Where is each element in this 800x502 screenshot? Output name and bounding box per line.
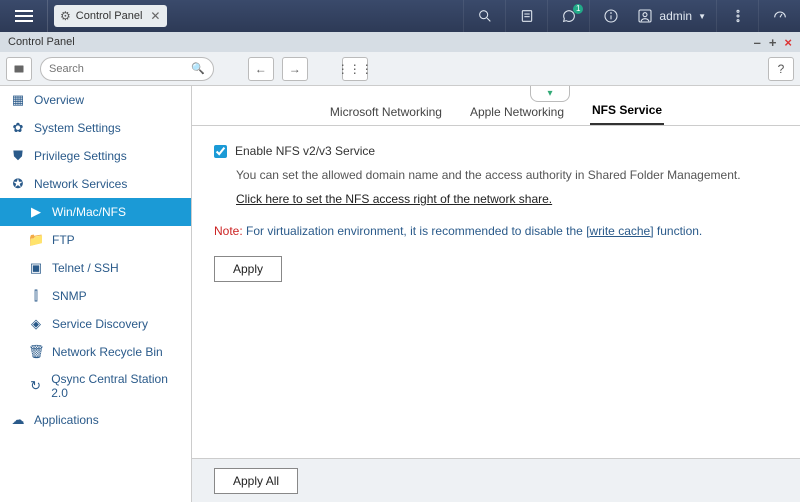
nfs-description: You can set the allowed domain name and … bbox=[236, 168, 778, 182]
info-icon[interactable] bbox=[589, 0, 631, 32]
dashboard-icon[interactable] bbox=[758, 0, 800, 32]
sidebar-icon: ⫿ bbox=[28, 288, 44, 304]
sidebar-item-service-discovery[interactable]: ◈ Service Discovery bbox=[0, 310, 191, 338]
write-cache-link[interactable]: [write cache] bbox=[586, 224, 653, 238]
notification-badge: 1 bbox=[573, 4, 583, 14]
search-input[interactable] bbox=[49, 63, 191, 75]
sidebar-item-label: Privilege Settings bbox=[34, 149, 127, 163]
sidebar-icon: ✪ bbox=[10, 176, 26, 192]
sidebar-item-qsync-central-station-2-0[interactable]: ↻ Qsync Central Station 2.0 bbox=[0, 366, 191, 406]
nfs-note: Note: For virtualization environment, it… bbox=[214, 224, 778, 238]
footer-bar: Apply All bbox=[192, 458, 800, 502]
window-title: Control Panel bbox=[8, 36, 75, 48]
sidebar-icon: ↻ bbox=[28, 378, 43, 394]
sidebar-icon: 🗑 bbox=[28, 344, 44, 360]
grid-view-button[interactable]: ⋮⋮⋮ bbox=[342, 57, 368, 81]
tabs-row: ▾ Microsoft Networking Apple Networking NF… bbox=[192, 86, 800, 126]
help-button[interactable]: ? bbox=[768, 57, 794, 81]
sidebar-item-label: Network Services bbox=[34, 177, 127, 191]
sidebar-icon: ▶ bbox=[28, 204, 44, 220]
sidebar-item-label: Telnet / SSH bbox=[52, 261, 119, 275]
tab-nfs-service[interactable]: NFS Service bbox=[590, 97, 664, 125]
window-tab-label: Control Panel bbox=[76, 10, 143, 22]
tab-apple-networking[interactable]: Apple Networking bbox=[468, 99, 566, 125]
sidebar-item-snmp[interactable]: ⫿ SNMP bbox=[0, 282, 191, 310]
window-tab-control-panel[interactable]: ⚙ Control Panel ✕ bbox=[54, 5, 167, 27]
sidebar-icon: ✿ bbox=[10, 120, 26, 136]
enable-nfs-row[interactable]: Enable NFS v2/v3 Service bbox=[214, 144, 778, 158]
sidebar-icon: ▦ bbox=[10, 92, 26, 108]
sidebar-icon: ⛊ bbox=[10, 148, 26, 164]
sidebar-item-label: System Settings bbox=[34, 121, 121, 135]
sidebar-item-applications[interactable]: ☁ Applications bbox=[0, 406, 191, 434]
notification-icon[interactable]: 1 bbox=[547, 0, 589, 32]
sidebar-item-label: Overview bbox=[34, 93, 84, 107]
gear-icon: ⚙ bbox=[60, 9, 71, 23]
content-pane: ▾ Microsoft Networking Apple Networking NF… bbox=[192, 86, 800, 502]
enable-nfs-checkbox[interactable] bbox=[214, 145, 227, 158]
nfs-access-link[interactable]: Click here to set the NFS access right o… bbox=[236, 192, 552, 206]
back-button[interactable]: ← bbox=[248, 57, 274, 81]
close-icon[interactable]: ✕ bbox=[147, 9, 163, 23]
sidebar-item-label: SNMP bbox=[52, 289, 87, 303]
sidebar-item-label: Win/Mac/NFS bbox=[52, 205, 126, 219]
note-body-post: function. bbox=[654, 224, 703, 238]
sidebar-item-privilege-settings[interactable]: ⛊ Privilege Settings bbox=[0, 142, 191, 170]
toolbar: 🔍 ← → ⋮⋮⋮ ? bbox=[0, 52, 800, 86]
tab-microsoft-networking[interactable]: Microsoft Networking bbox=[328, 99, 444, 125]
sidebar-item-label: Service Discovery bbox=[52, 317, 148, 331]
sidebar-item-network-recycle-bin[interactable]: 🗑 Network Recycle Bin bbox=[0, 338, 191, 366]
apply-all-button[interactable]: Apply All bbox=[214, 468, 298, 494]
sidebar-item-win-mac-nfs[interactable]: ▶ Win/Mac/NFS bbox=[0, 198, 191, 226]
menu-toggle[interactable] bbox=[0, 0, 48, 32]
os-top-bar: ⚙ Control Panel ✕ 1 admin ▼ bbox=[0, 0, 800, 32]
maximize-button[interactable]: + bbox=[769, 36, 777, 49]
enable-nfs-label: Enable NFS v2/v3 Service bbox=[235, 144, 375, 158]
close-button[interactable]: × bbox=[784, 36, 792, 49]
sidebar-item-telnet-ssh[interactable]: ▣ Telnet / SSH bbox=[0, 254, 191, 282]
more-icon[interactable] bbox=[716, 0, 758, 32]
sidebar-item-label: Applications bbox=[34, 413, 99, 427]
sidebar-item-label: FTP bbox=[52, 233, 75, 247]
minimize-button[interactable]: – bbox=[754, 36, 761, 49]
sidebar-item-label: Qsync Central Station 2.0 bbox=[51, 372, 181, 400]
username-label: admin bbox=[659, 9, 692, 23]
forward-button[interactable]: → bbox=[282, 57, 308, 81]
chevron-down-icon: ▼ bbox=[698, 12, 706, 21]
note-prefix: Note: bbox=[214, 224, 243, 238]
user-menu[interactable]: admin ▼ bbox=[631, 8, 716, 24]
home-button[interactable] bbox=[6, 57, 32, 81]
apply-button[interactable]: Apply bbox=[214, 256, 282, 282]
task-icon[interactable] bbox=[505, 0, 547, 32]
nfs-panel: Enable NFS v2/v3 Service You can set the… bbox=[192, 126, 800, 300]
tabs-expand-button[interactable]: ▾ bbox=[530, 86, 570, 102]
window-titlebar: Control Panel – + × bbox=[0, 32, 800, 52]
note-body-pre: For virtualization environment, it is re… bbox=[243, 224, 587, 238]
sidebar-item-network-services[interactable]: ✪ Network Services bbox=[0, 170, 191, 198]
sidebar-icon: ☁ bbox=[10, 412, 26, 428]
sidebar: ▦ Overview ✿ System Settings ⛊ Privilege Sett… bbox=[0, 86, 192, 502]
search-icon[interactable] bbox=[463, 0, 505, 32]
sidebar-icon: ◈ bbox=[28, 316, 44, 332]
sidebar-item-system-settings[interactable]: ✿ System Settings bbox=[0, 114, 191, 142]
sidebar-item-ftp[interactable]: 📁 FTP bbox=[0, 226, 191, 254]
sidebar-item-overview[interactable]: ▦ Overview bbox=[0, 86, 191, 114]
sidebar-icon: 📁 bbox=[28, 232, 44, 248]
sidebar-icon: ▣ bbox=[28, 260, 44, 276]
sidebar-item-label: Network Recycle Bin bbox=[52, 345, 163, 359]
search-input-wrapper[interactable]: 🔍 bbox=[40, 57, 214, 81]
search-icon: 🔍 bbox=[191, 62, 205, 75]
